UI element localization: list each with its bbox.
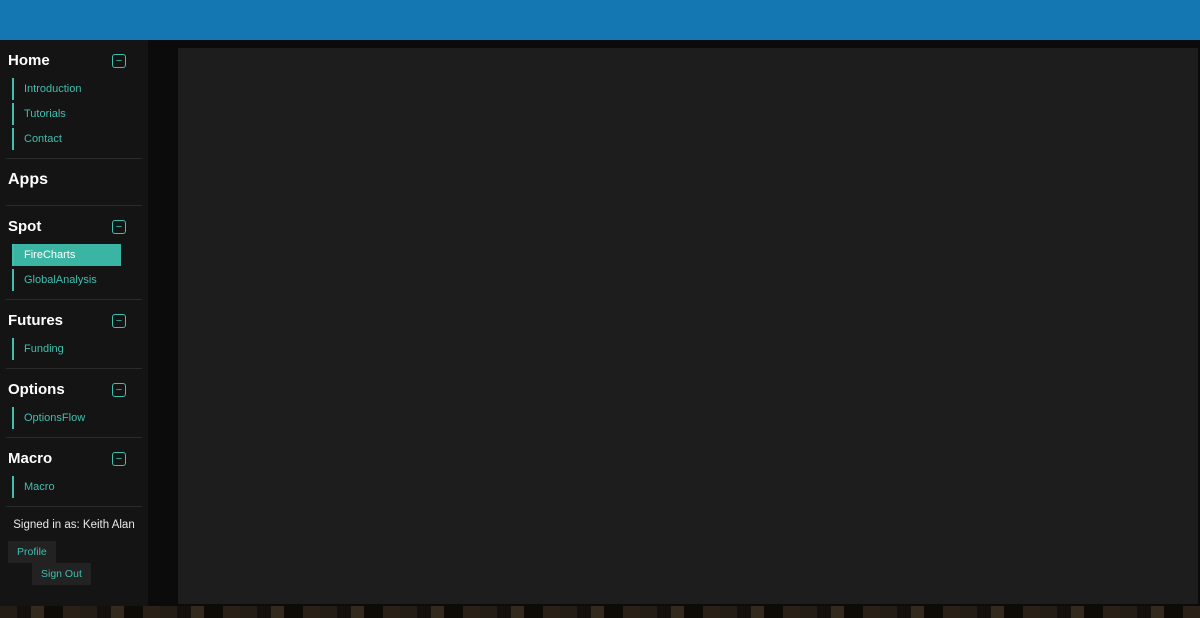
sidebar-section-home: Home − [0, 40, 148, 75]
section-title-home: Home [8, 52, 50, 69]
sidebar-item-funding[interactable]: Funding [12, 338, 124, 360]
signed-in-label: Signed in as: Keith Alan [0, 507, 148, 541]
sidebar: Home − Introduction Tutorials Contact Ap… [0, 40, 148, 606]
sidebar-item-optionsflow[interactable]: OptionsFlow [12, 407, 124, 429]
sidebar-section-spot: Spot − [0, 206, 148, 241]
collapse-icon[interactable]: − [112, 383, 126, 397]
collapse-icon[interactable]: − [112, 220, 126, 234]
section-title-options: Options [8, 381, 65, 398]
section-title-macro: Macro [8, 450, 52, 467]
sidebar-section-options: Options − [0, 369, 148, 404]
sidebar-item-tutorials[interactable]: Tutorials [12, 103, 124, 125]
apps-title: Apps [0, 159, 148, 197]
sidebar-item-firecharts[interactable]: FireCharts [12, 244, 121, 266]
section-title-spot: Spot [8, 218, 41, 235]
sidebar-item-globalanalysis[interactable]: GlobalAnalysis [12, 269, 124, 291]
sign-out-button[interactable]: Sign Out [32, 563, 91, 585]
collapse-icon[interactable]: − [112, 452, 126, 466]
main-panel [178, 48, 1198, 604]
sidebar-item-introduction[interactable]: Introduction [12, 78, 124, 100]
background-texture [0, 606, 1200, 618]
sidebar-item-contact[interactable]: Contact [12, 128, 124, 150]
top-bar [0, 0, 1200, 40]
collapse-icon[interactable]: − [112, 54, 126, 68]
profile-button[interactable]: Profile [8, 541, 56, 563]
section-title-futures: Futures [8, 312, 63, 329]
collapse-icon[interactable]: − [112, 314, 126, 328]
sidebar-section-macro: Macro − [0, 438, 148, 473]
sidebar-item-macro[interactable]: Macro [12, 476, 124, 498]
sidebar-section-futures: Futures − [0, 300, 148, 335]
